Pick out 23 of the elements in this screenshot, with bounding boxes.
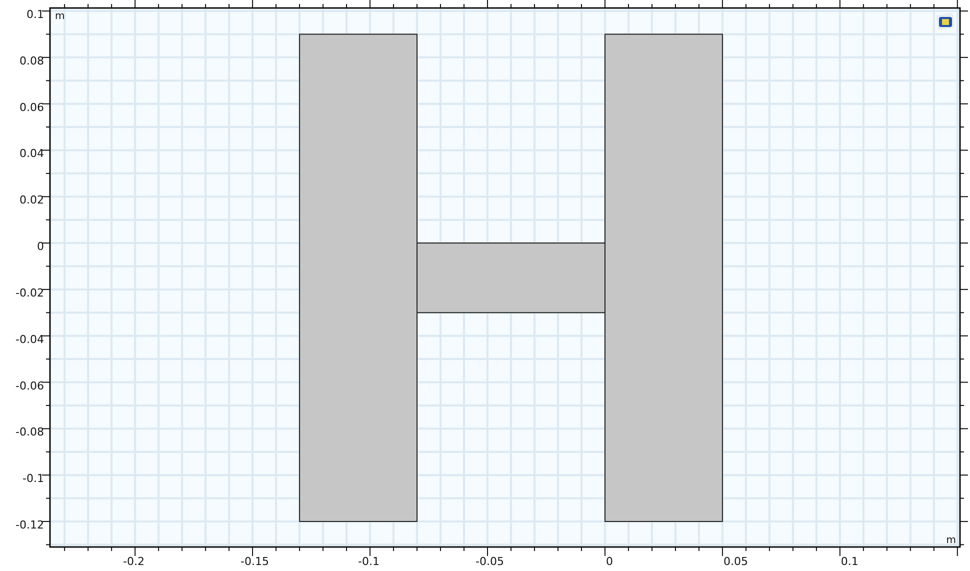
x-tick-label: -0.1 — [358, 555, 380, 568]
x-tick-label: 0.1 — [840, 555, 858, 568]
y-tick-label: -0.08 — [16, 426, 44, 439]
y-tick-label: -0.12 — [16, 518, 44, 532]
y-tick-label: -0.04 — [16, 332, 44, 346]
y-tick-label: 0.04 — [20, 147, 44, 160]
x-tick-label: 0 — [606, 555, 613, 568]
y-tick-label: 0.06 — [20, 100, 44, 114]
x-tick-label: 0.05 — [723, 555, 748, 568]
y-tick-label: 0 — [37, 240, 44, 254]
y-tick-label: -0.1 — [22, 472, 44, 486]
y-tick-label: -0.02 — [16, 286, 44, 300]
display-icon[interactable] — [936, 12, 955, 30]
x-tick-label: -0.05 — [476, 555, 504, 568]
x-tick-label: -0.15 — [240, 555, 269, 568]
x-unit-label: m — [946, 535, 956, 546]
x-tick-label: -0.2 — [123, 555, 145, 568]
y-tick-label: 0.1 — [26, 8, 44, 22]
y-tick-label: 0.08 — [20, 54, 44, 68]
y-tick-label: 0.02 — [20, 194, 44, 207]
y-tick-label: -0.06 — [16, 379, 44, 392]
y-unit-label: m — [55, 11, 65, 22]
geometry-domain[interactable] — [416, 242, 606, 314]
